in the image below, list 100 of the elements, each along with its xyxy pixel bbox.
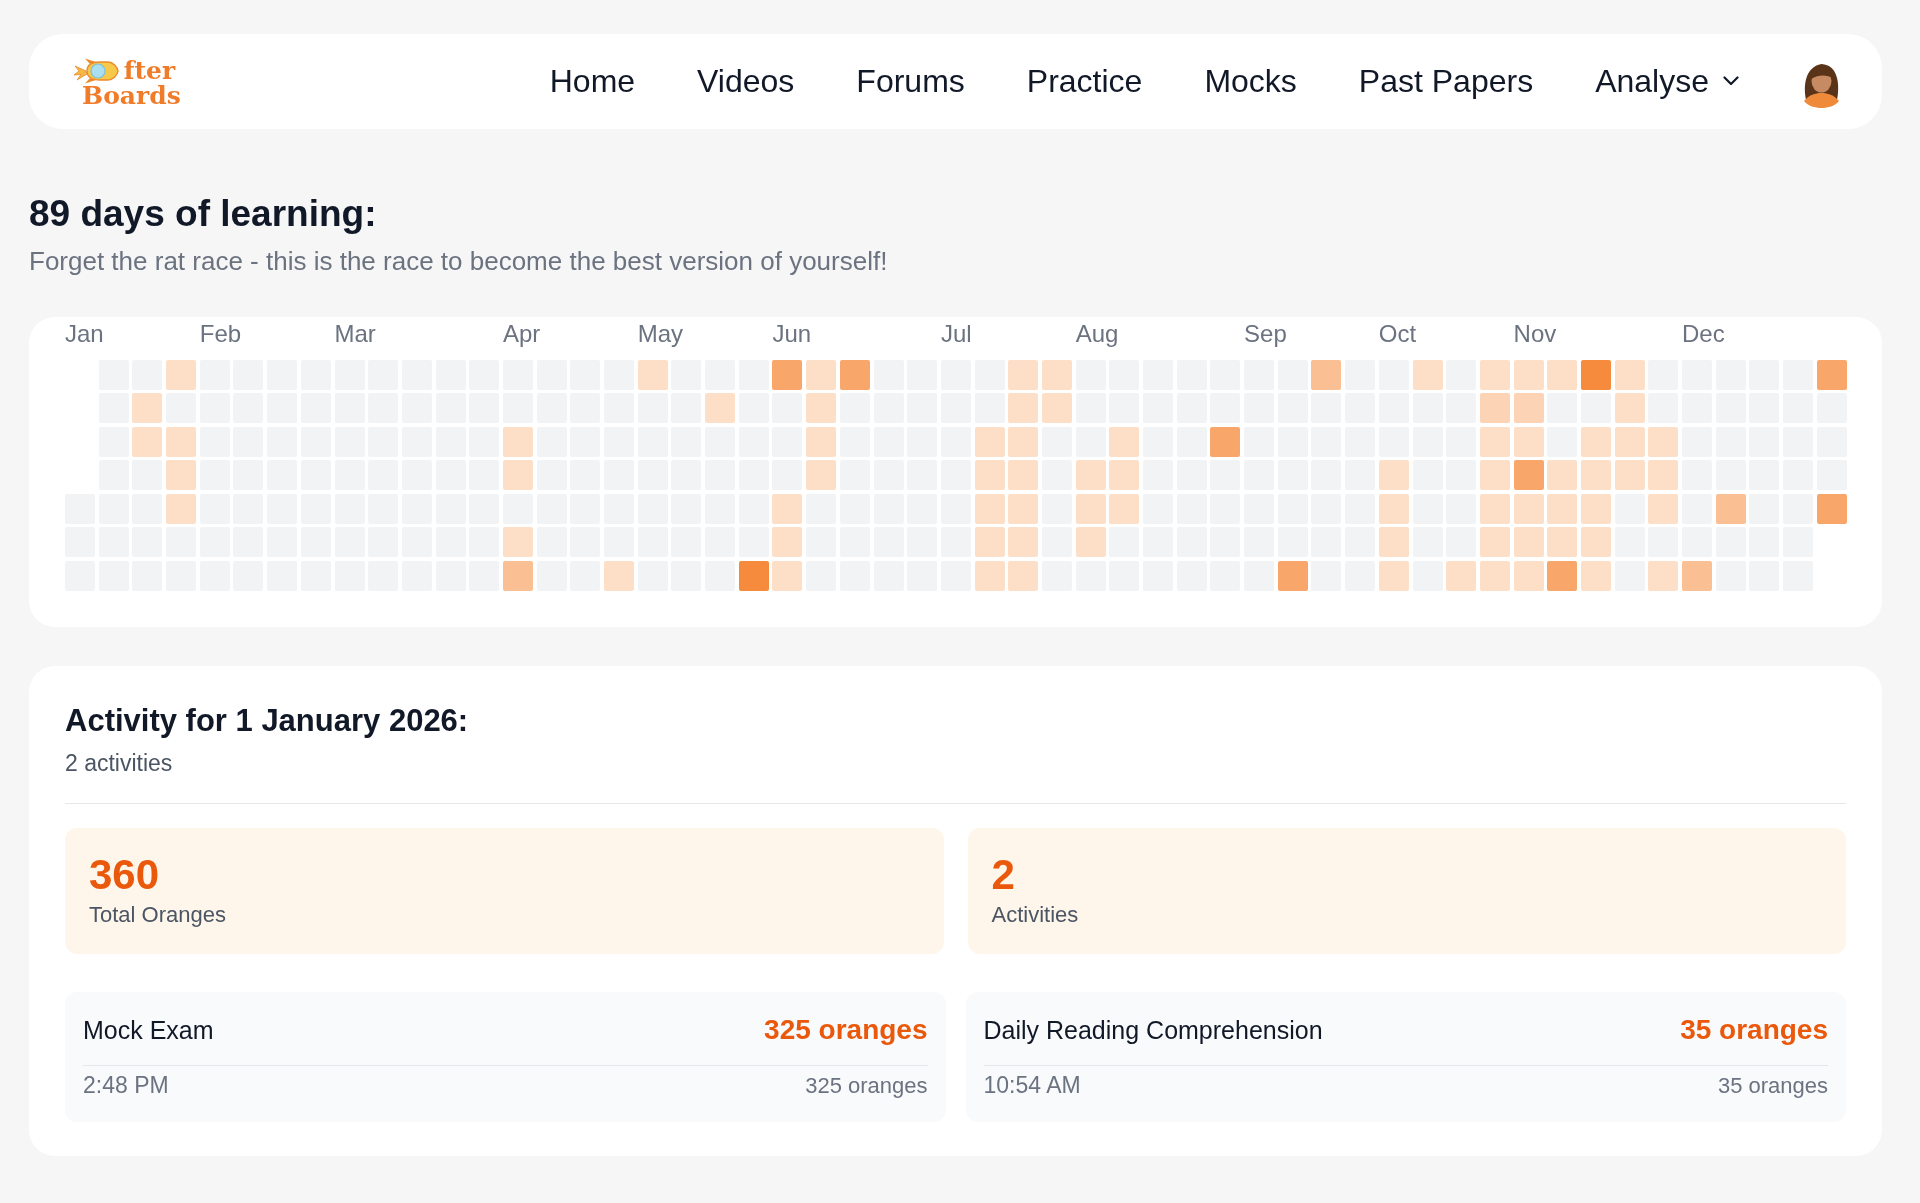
day-cell[interactable] [1513, 426, 1544, 457]
nav-link[interactable]: Mocks [1204, 62, 1297, 101]
day-cell[interactable] [1614, 393, 1645, 424]
day-cell[interactable] [974, 560, 1005, 591]
day-cell[interactable] [1075, 527, 1106, 558]
nav-link[interactable]: Home [549, 62, 636, 101]
day-cell[interactable] [1008, 493, 1039, 524]
day-cell[interactable] [1648, 460, 1679, 491]
day-cell[interactable] [1547, 460, 1578, 491]
day-cell[interactable] [1614, 359, 1645, 390]
day-cell[interactable] [1580, 359, 1611, 390]
day-cell[interactable] [1378, 560, 1409, 591]
day-cell[interactable] [806, 426, 837, 457]
day-cell[interactable] [1547, 560, 1578, 591]
day-cell[interactable] [1580, 460, 1611, 491]
day-cell[interactable] [1008, 460, 1039, 491]
day-cell[interactable] [604, 560, 634, 591]
day-cell[interactable] [1648, 426, 1679, 457]
day-cell[interactable] [132, 393, 163, 424]
day-cell[interactable] [1075, 460, 1106, 491]
day-cell[interactable] [1682, 560, 1712, 591]
day-cell[interactable] [772, 493, 803, 524]
day-cell[interactable] [1580, 426, 1611, 457]
day-cell[interactable] [502, 460, 533, 491]
day-cell[interactable] [772, 527, 803, 558]
day-cell[interactable] [806, 359, 837, 390]
day-cell[interactable] [772, 560, 803, 591]
day-cell[interactable] [1075, 493, 1106, 524]
day-cell[interactable] [1715, 493, 1746, 524]
day-cell[interactable] [1479, 393, 1510, 424]
day-cell[interactable] [806, 460, 837, 491]
day-cell[interactable] [1008, 426, 1039, 457]
day-cell[interactable] [1109, 460, 1140, 491]
day-cell[interactable] [738, 560, 769, 591]
day-cell[interactable] [166, 359, 197, 390]
nav-link[interactable]: Forums [856, 62, 965, 101]
day-cell[interactable] [1412, 359, 1443, 390]
day-cell[interactable] [1008, 393, 1039, 424]
day-cell[interactable] [1479, 426, 1510, 457]
day-cell[interactable] [166, 493, 197, 524]
day-cell[interactable] [1109, 426, 1140, 457]
activity-oranges: 35 oranges [1680, 1013, 1828, 1047]
day-cell[interactable] [1816, 493, 1847, 524]
nav-link[interactable]: Videos [697, 62, 795, 101]
day-cell[interactable] [502, 426, 533, 457]
day-cell[interactable] [1277, 560, 1308, 591]
day-cell[interactable] [1614, 460, 1645, 491]
day-cell[interactable] [1648, 493, 1679, 524]
day-cell[interactable] [1479, 560, 1510, 591]
day-cell[interactable] [1547, 527, 1578, 558]
day-cell[interactable] [1547, 493, 1578, 524]
day-cell[interactable] [1580, 560, 1611, 591]
day-cell[interactable] [1479, 359, 1510, 390]
day-cell[interactable] [974, 426, 1005, 457]
day-cell[interactable] [974, 460, 1005, 491]
day-cell[interactable] [1816, 359, 1847, 390]
day-cell[interactable] [1513, 527, 1544, 558]
nav-link[interactable]: Practice [1026, 62, 1143, 101]
activity-name: Mock Exam [83, 1015, 214, 1046]
day-cell[interactable] [1008, 359, 1039, 390]
day-cell[interactable] [1479, 527, 1510, 558]
day-cell[interactable] [1547, 359, 1578, 390]
day-cell[interactable] [1513, 393, 1544, 424]
day-cell[interactable] [1378, 527, 1409, 558]
day-cell[interactable] [1513, 560, 1544, 591]
day-cell[interactable] [1378, 460, 1409, 491]
day-cell[interactable] [637, 359, 668, 390]
stat-value: 2 [991, 852, 1016, 899]
day-cell[interactable] [1041, 359, 1072, 390]
day-cell[interactable] [502, 527, 533, 558]
day-cell[interactable] [132, 426, 163, 457]
day-cell[interactable] [166, 426, 197, 457]
day-cell[interactable] [166, 460, 197, 491]
day-cell[interactable] [1446, 560, 1477, 591]
day-cell[interactable] [974, 527, 1005, 558]
day-cell[interactable] [1210, 426, 1241, 457]
nav-link[interactable]: Past Papers [1358, 62, 1534, 101]
day-cell[interactable] [1580, 493, 1611, 524]
day-cell[interactable] [806, 393, 837, 424]
day-cell[interactable] [974, 493, 1005, 524]
day-cell[interactable] [1311, 359, 1342, 390]
day-cell[interactable] [502, 560, 533, 591]
day-cell[interactable] [1614, 426, 1645, 457]
day-cell[interactable] [1479, 493, 1510, 524]
day-cell[interactable] [839, 359, 870, 390]
day-cell[interactable] [1513, 493, 1544, 524]
day-cell[interactable] [1479, 460, 1510, 491]
day-cell[interactable] [1648, 560, 1679, 591]
nav-dropdown[interactable]: Analyse [1595, 62, 1739, 101]
day-cell[interactable] [1378, 493, 1409, 524]
day-cell[interactable] [1008, 527, 1039, 558]
day-cell[interactable] [1109, 493, 1140, 524]
day-cell[interactable] [1513, 359, 1544, 390]
stat-label: Activities [991, 902, 1080, 929]
day-cell[interactable] [1008, 560, 1039, 591]
day-cell[interactable] [1513, 460, 1544, 491]
day-cell[interactable] [1580, 527, 1611, 558]
day-cell[interactable] [1041, 393, 1072, 424]
day-cell[interactable] [705, 393, 736, 424]
day-cell[interactable] [772, 359, 803, 390]
